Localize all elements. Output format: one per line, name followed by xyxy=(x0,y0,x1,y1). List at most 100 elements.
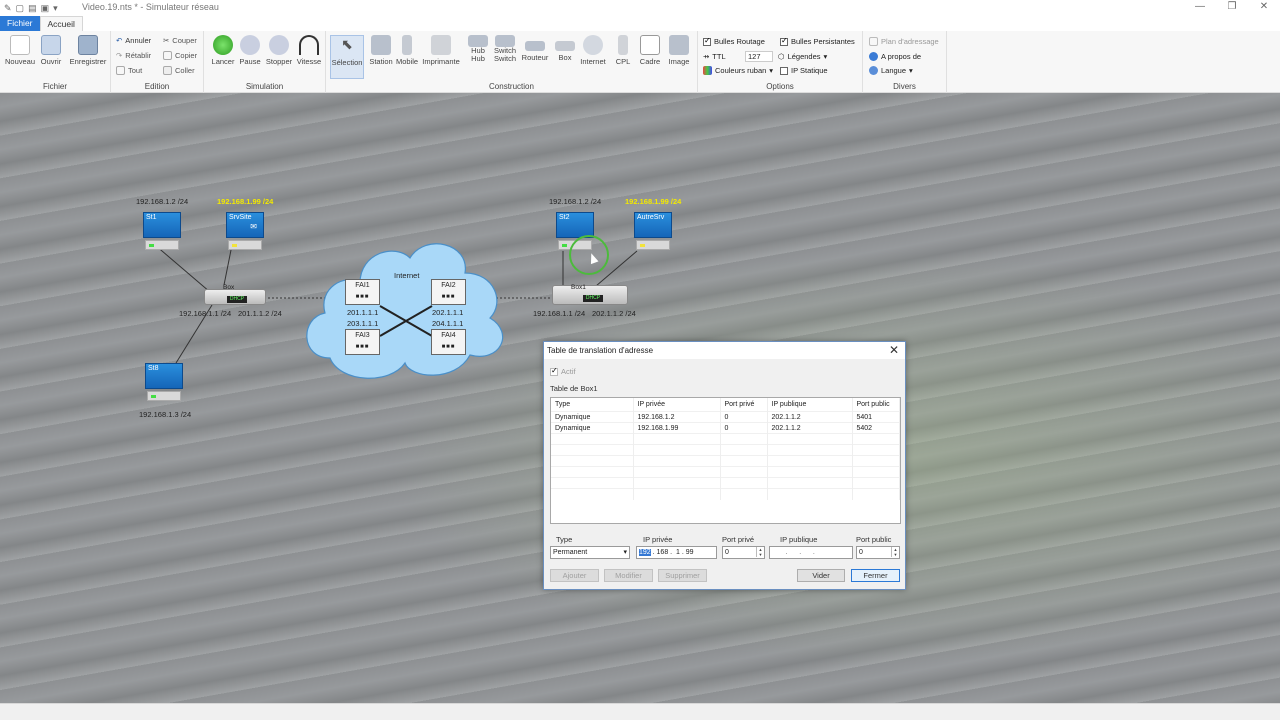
paste-icon xyxy=(163,66,172,75)
actif-checkbox[interactable]: Actif xyxy=(550,366,576,376)
quick-access-toolbar: ✎ ▢ ▤ ▣ ▾ xyxy=(0,3,58,14)
server-srvsite[interactable]: SrvSite ✉ xyxy=(224,212,264,252)
ip-privee-input[interactable]: 192 . 168 . 1 . 99 xyxy=(636,546,717,559)
apropos-button[interactable]: A propos de xyxy=(869,52,921,61)
open-folder-icon xyxy=(41,35,61,55)
fermer-button[interactable]: Fermer xyxy=(851,569,900,582)
internet-button[interactable]: Internet xyxy=(576,35,610,66)
cpl-plug-icon xyxy=(618,35,628,55)
st2-ip-label: 192.168.1.2 /24 xyxy=(549,197,602,206)
ip-statique-checkbox[interactable]: IP Statique xyxy=(780,66,828,75)
langue-dropdown[interactable]: Langue ▾ xyxy=(869,66,913,75)
nouveau-button[interactable]: Nouveau xyxy=(3,35,37,66)
close-icon[interactable]: ✕ xyxy=(889,343,899,357)
chevron-down-icon[interactable]: ▾ xyxy=(53,3,58,14)
group-divers: Plan d'adressage A propos de Langue ▾ Div… xyxy=(863,31,947,93)
image-button[interactable]: Image xyxy=(662,35,696,66)
maximize-icon[interactable]: ❐ xyxy=(1216,0,1248,14)
table-row[interactable]: Dynamique 192.168.1.99 0 202.1.1.2 5402 xyxy=(551,422,900,434)
switch-button[interactable]: Switch Switch xyxy=(488,35,522,63)
port-public-input[interactable]: 0 ▲ ▼ xyxy=(856,546,900,559)
coller-button[interactable]: Coller xyxy=(163,66,195,75)
tab-accueil[interactable]: Accueil xyxy=(39,16,83,31)
router-fai3[interactable]: FAI3 ■■■ xyxy=(345,329,380,355)
column-header[interactable]: Port public xyxy=(852,398,900,412)
ttl-icon: ⇸ xyxy=(703,52,710,61)
couleurs-ruban-dropdown[interactable]: Couleurs ruban ▾ xyxy=(703,66,773,75)
vider-button[interactable]: Vider xyxy=(797,569,845,582)
couper-button[interactable]: ✂ Couper xyxy=(163,36,197,45)
column-header[interactable]: IP publique xyxy=(767,398,853,412)
station-st1[interactable]: St1 xyxy=(141,212,181,252)
menu-tabs: Fichier Accueil xyxy=(0,16,1280,31)
mobile-button[interactable]: Mobile xyxy=(390,35,424,66)
router-ports-icon: ■■■ xyxy=(441,344,456,350)
nat-table[interactable]: Type IP privée Port privé IP publique Po… xyxy=(550,397,901,524)
router-fai2[interactable]: FAI2 ■■■ xyxy=(431,279,466,305)
bulles-routage-checkbox[interactable]: Bulles Routage xyxy=(703,36,765,46)
plan-adressage-button[interactable]: Plan d'adressage xyxy=(869,37,939,46)
supprimer-button[interactable]: Supprimer xyxy=(658,569,707,582)
box-box1[interactable]: Box1 DHCP xyxy=(552,284,628,305)
table-row xyxy=(551,488,900,500)
server-autresrv[interactable]: AutreSrv xyxy=(632,212,672,252)
port-prive-input[interactable]: 0 ▲ ▼ xyxy=(722,546,765,559)
imprimante-button[interactable]: Imprimante xyxy=(422,35,460,66)
internet-cloud xyxy=(306,243,503,379)
mobile-icon xyxy=(402,35,412,55)
annuler-button[interactable]: ↶ Annuler xyxy=(116,36,151,45)
legendes-dropdown[interactable]: ⬡ Légendes ▾ xyxy=(778,52,827,61)
column-header[interactable]: Type xyxy=(551,398,634,412)
open-icon[interactable]: ▤ xyxy=(28,3,37,14)
stepper-icon[interactable]: ▲ ▼ xyxy=(756,547,764,557)
column-header[interactable]: Port privé xyxy=(720,398,768,412)
save-disk-icon xyxy=(78,35,98,55)
router-fai1[interactable]: FAI1 ■■■ xyxy=(345,279,380,305)
router-fai4[interactable]: FAI4 ■■■ xyxy=(431,329,466,355)
tab-fichier[interactable]: Fichier xyxy=(0,16,40,31)
fai3-ip: 203.1.1.1 xyxy=(347,319,379,328)
stop-icon xyxy=(269,35,289,55)
table-header-row: Type IP privée Port privé IP publique Po… xyxy=(551,398,900,412)
ip-publique-input[interactable]: . . . xyxy=(769,546,853,559)
stopper-button[interactable]: Stopper xyxy=(262,35,296,66)
type-select[interactable]: Permanent ▾ xyxy=(550,546,630,559)
ribbon: Nouveau Ouvrir Enregistrer Fichier ↶ Annu… xyxy=(0,31,1280,93)
new-icon[interactable]: ▢ xyxy=(16,3,25,14)
bulles-persistantes-checkbox[interactable]: Bulles Persistantes xyxy=(780,36,855,46)
palette-icon xyxy=(703,66,712,75)
modifier-button[interactable]: Modifier xyxy=(604,569,653,582)
ajouter-button[interactable]: Ajouter xyxy=(550,569,599,582)
srvsite-ip-label: 192.168.1.99 /24 xyxy=(217,197,274,206)
ttl-input[interactable]: 127 xyxy=(745,51,773,62)
image-icon xyxy=(669,35,689,55)
dialog-title: Table de translation d'adresse xyxy=(544,342,905,359)
st8-ip-label: 192.168.1.3 /24 xyxy=(139,410,192,419)
table-row[interactable]: Dynamique 192.168.1.2 0 202.1.1.2 5401 xyxy=(551,411,900,423)
group-edition: ↶ Annuler ↷ Rétablir Tout ✂ Couper Copier C… xyxy=(111,31,204,93)
info-icon xyxy=(869,52,878,61)
box-left[interactable]: Box DHCP xyxy=(204,284,266,305)
retablir-button[interactable]: ↷ Rétablir xyxy=(116,51,151,60)
box-left-wan-ip: 201.1.1.2 /24 xyxy=(238,309,282,318)
station-st8[interactable]: St8 xyxy=(143,363,183,403)
save-icon[interactable]: ▣ xyxy=(41,3,50,14)
minimize-icon[interactable]: — xyxy=(1184,0,1216,14)
copier-button[interactable]: Copier xyxy=(163,51,197,60)
close-icon[interactable]: ✕ xyxy=(1248,0,1280,14)
ouvrir-button[interactable]: Ouvrir xyxy=(34,35,68,66)
ip-publique-label: IP publique xyxy=(780,535,818,544)
vitesse-button[interactable]: Vitesse xyxy=(292,35,326,66)
nat-table-dialog: Table de translation d'adresse ✕ Actif T… xyxy=(543,341,906,590)
router-ports-icon: ■■■ xyxy=(355,294,370,300)
column-header[interactable]: IP privée xyxy=(633,398,721,412)
tout-button[interactable]: Tout xyxy=(116,66,142,75)
table-label: Table de Box1 xyxy=(550,384,598,393)
routeur-button[interactable]: Routeur xyxy=(518,35,552,62)
frame-icon xyxy=(640,35,660,55)
chevron-down-icon: ▾ xyxy=(909,66,913,75)
stepper-icon[interactable]: ▲ ▼ xyxy=(891,547,899,557)
selection-button[interactable]: ⬉ Sélection xyxy=(330,35,364,79)
enregistrer-button[interactable]: Enregistrer xyxy=(69,35,107,66)
router-ports-icon: ■■■ xyxy=(441,294,456,300)
